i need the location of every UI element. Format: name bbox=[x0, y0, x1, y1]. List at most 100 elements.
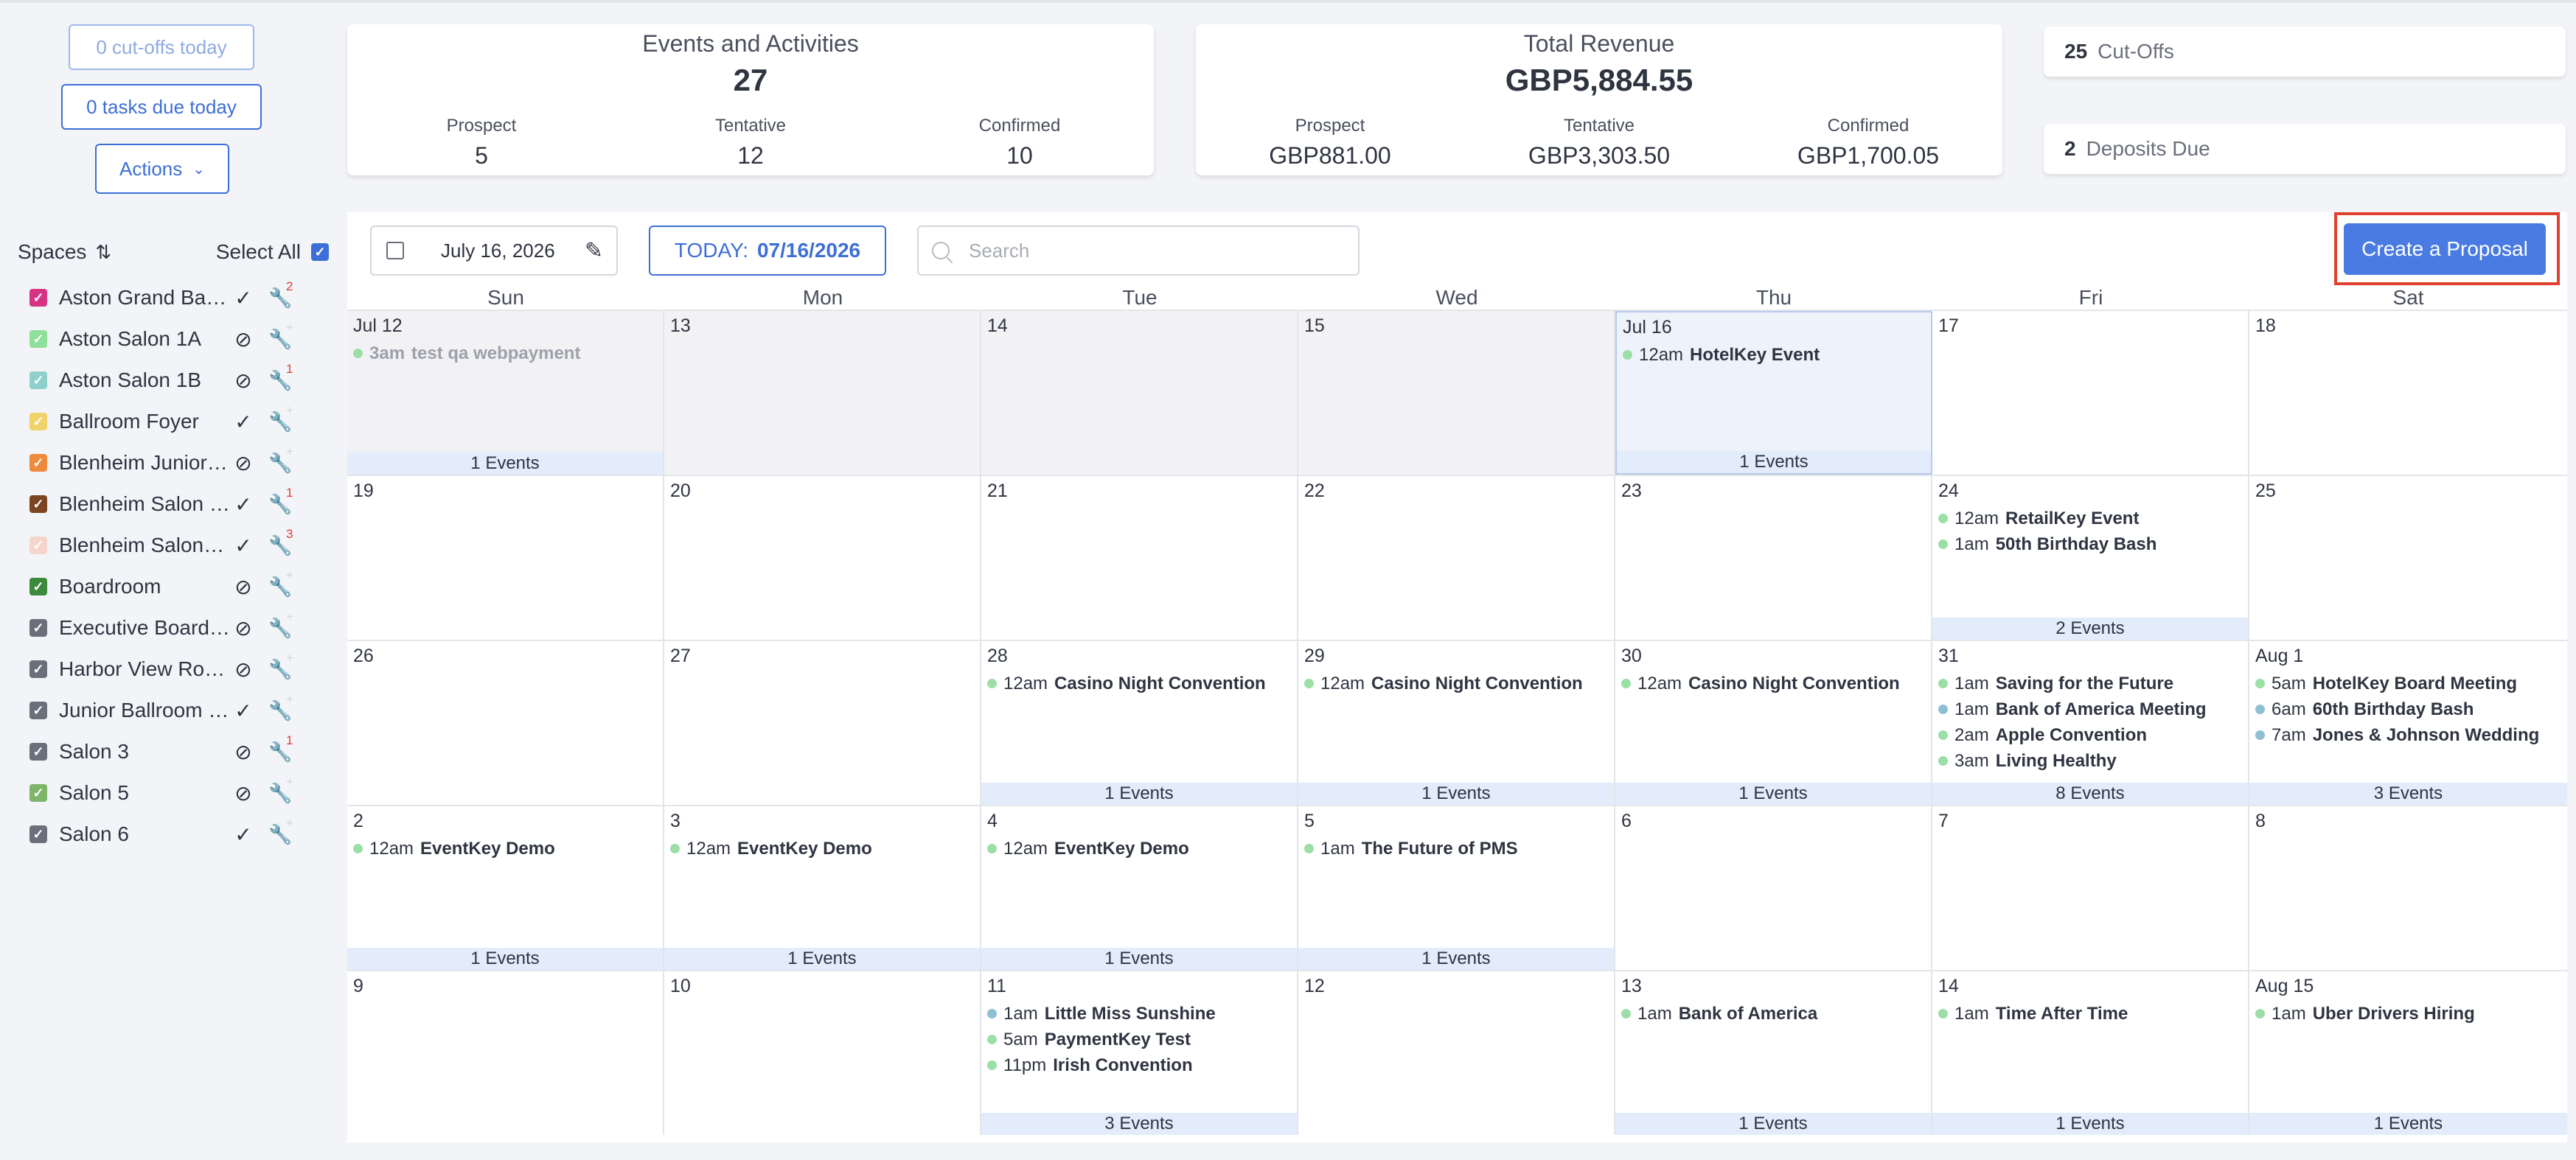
space-row[interactable]: ✓Aston Grand Ballroom✓🔧2 bbox=[29, 277, 339, 318]
calendar-event[interactable]: 12am Casino Night Convention bbox=[1621, 671, 1926, 696]
calendar-day[interactable]: 30 12am Casino Night Convention 1 Events bbox=[1615, 641, 1932, 805]
calendar-event[interactable]: 12am Casino Night Convention bbox=[1304, 671, 1609, 696]
space-row[interactable]: ✓ Harbor View Room ⊘ 🔧 + bbox=[29, 649, 339, 690]
wrench-icon[interactable]: 🔧 2 bbox=[268, 279, 302, 310]
space-checkbox[interactable]: ✓ bbox=[29, 289, 47, 307]
calendar-day[interactable]: Jul 12 3am test qa webpayment 1 Events bbox=[347, 311, 664, 475]
calendar-day[interactable]: Aug 15 1am Uber Drivers Hiring 1 Events bbox=[2249, 971, 2567, 1135]
calendar-day[interactable]: 17 bbox=[1932, 311, 2249, 475]
calendar-event[interactable]: 1am Bank of America bbox=[1621, 1001, 1926, 1027]
calendar-day[interactable]: 9 bbox=[347, 971, 664, 1135]
calendar-day[interactable]: 13 bbox=[664, 311, 981, 475]
calendar-day[interactable]: 20 bbox=[664, 476, 981, 640]
events-count[interactable]: 1 Events bbox=[1615, 783, 1931, 805]
space-row[interactable]: ✓ Blenheim Junior Ballroom⊘ 🔧+ bbox=[29, 442, 339, 483]
calendar-day[interactable]: 2 12am EventKey Demo 1 Events bbox=[347, 806, 664, 970]
space-row[interactable]: ✓ Ballroom Foyer ✓ 🔧 + bbox=[29, 401, 339, 442]
calendar-day[interactable]: 23 bbox=[1615, 476, 1932, 640]
space-row[interactable]: ✓ Blenheim Salone 4B ✓ 🔧 3 bbox=[29, 525, 339, 566]
calendar-day[interactable]: 8 bbox=[2249, 806, 2567, 970]
events-count[interactable]: 1 Events bbox=[664, 948, 980, 970]
space-row[interactable]: ✓Junior Ballroom Foyer✓🔧+ bbox=[29, 690, 339, 731]
events-count[interactable]: 1 Events bbox=[981, 948, 1297, 970]
wrench-icon[interactable]: 🔧 + bbox=[268, 609, 302, 640]
calendar-event[interactable]: 5am PaymentKey Test bbox=[987, 1027, 1292, 1052]
space-checkbox[interactable]: ✓ bbox=[29, 619, 47, 637]
calendar-event[interactable]: 2am Apple Convention bbox=[1938, 722, 2243, 748]
space-row[interactable]: ✓ Blenheim Salon 4A ✓ 🔧 1 bbox=[29, 483, 339, 525]
space-checkbox[interactable]: ✓ bbox=[29, 454, 47, 472]
space-checkbox[interactable]: ✓ bbox=[29, 784, 47, 802]
calendar-event[interactable]: 1am Uber Drivers Hiring bbox=[2255, 1001, 2563, 1027]
calendar-event[interactable]: 11pm Irish Convention bbox=[987, 1052, 1292, 1078]
wrench-icon[interactable]: 🔧 1 bbox=[268, 362, 302, 392]
calendar-day[interactable]: 14 bbox=[981, 311, 1298, 475]
space-checkbox[interactable]: ✓ bbox=[29, 495, 47, 513]
events-count[interactable]: 1 Events bbox=[981, 783, 1297, 805]
calendar-event[interactable]: 1am Bank of America Meeting bbox=[1938, 696, 2243, 722]
calendar-day[interactable]: 12 bbox=[1298, 971, 1615, 1135]
calendar-event[interactable]: 6am 60th Birthday Bash bbox=[2255, 696, 2563, 722]
calendar-event[interactable]: 12am Casino Night Convention bbox=[987, 671, 1292, 696]
space-checkbox[interactable]: ✓ bbox=[29, 330, 47, 348]
calendar-day[interactable]: 13 1am Bank of America 1 Events bbox=[1615, 971, 1932, 1135]
calendar-day[interactable]: 6 bbox=[1615, 806, 1932, 970]
wrench-icon[interactable]: 🔧 + bbox=[268, 444, 302, 475]
space-checkbox[interactable]: ✓ bbox=[29, 413, 47, 430]
calendar-event[interactable]: 5am HotelKey Board Meeting bbox=[2255, 671, 2563, 696]
events-count[interactable]: 1 Events bbox=[1298, 948, 1614, 970]
calendar-event[interactable]: 12am HotelKey Event bbox=[1623, 342, 1926, 368]
calendar-day[interactable]: 15 bbox=[1298, 311, 1615, 475]
wrench-icon[interactable]: 🔧 + bbox=[268, 775, 302, 805]
space-row[interactable]: ✓ Salon 5 ⊘ 🔧 + bbox=[29, 772, 339, 814]
tasks-due-today-button[interactable]: 0 tasks due today bbox=[61, 84, 262, 130]
search-input[interactable]: Search bbox=[917, 226, 1360, 276]
calendar-day[interactable]: Aug 1 5am HotelKey Board Meeting 6am 60th Bi… bbox=[2249, 641, 2567, 805]
events-count[interactable]: 1 Events bbox=[347, 948, 663, 970]
calendar-day[interactable]: 14 1am Time After Time 1 Events bbox=[1932, 971, 2249, 1135]
calendar-day[interactable]: 28 12am Casino Night Convention 1 Events bbox=[981, 641, 1298, 805]
wrench-icon[interactable]: 🔧 1 bbox=[268, 733, 302, 764]
events-count[interactable]: 1 Events bbox=[1298, 783, 1614, 805]
today-button[interactable]: TODAY: 07/16/2026 bbox=[649, 226, 886, 276]
space-row[interactable]: ✓ Boardroom ⊘ 🔧 + bbox=[29, 566, 339, 607]
calendar-event[interactable]: 12am RetailKey Event bbox=[1938, 506, 2243, 531]
events-count[interactable]: 1 Events bbox=[1615, 1113, 1931, 1135]
calendar-day[interactable]: 10 bbox=[664, 971, 981, 1135]
calendar-event[interactable]: 7am Jones & Johnson Wedding bbox=[2255, 722, 2563, 748]
space-checkbox[interactable]: ✓ bbox=[29, 660, 47, 678]
space-row[interactable]: ✓ Executive Board Room⊘ 🔧+ bbox=[29, 607, 339, 649]
calendar-day[interactable]: 7 bbox=[1932, 806, 2249, 970]
calendar-event[interactable]: 1am Little Miss Sunshine bbox=[987, 1001, 1292, 1027]
space-row[interactable]: ✓ Salon 3 ⊘ 🔧 1 bbox=[29, 731, 339, 772]
wrench-icon[interactable]: 🔧 + bbox=[268, 568, 302, 598]
calendar-event[interactable]: 3am test qa webpayment bbox=[353, 340, 658, 366]
cutoffs-today-button[interactable]: 0 cut-offs today bbox=[69, 24, 254, 70]
sort-icon[interactable]: ⇅ bbox=[95, 241, 111, 264]
calendar-day[interactable]: 5 1am The Future of PMS 1 Events bbox=[1298, 806, 1615, 970]
events-count[interactable]: 3 Events bbox=[981, 1113, 1297, 1135]
space-row[interactable]: ✓ Aston Salon 1B ⊘ 🔧 1 bbox=[29, 360, 339, 401]
space-row[interactable]: ✓ Aston Salon 1A ⊘ 🔧 + bbox=[29, 318, 339, 360]
events-count[interactable]: 1 Events bbox=[1932, 1113, 2248, 1135]
space-checkbox[interactable]: ✓ bbox=[29, 743, 47, 761]
actions-dropdown[interactable]: Actions ⌄ bbox=[95, 144, 229, 194]
calendar-event[interactable]: 3am Living Healthy bbox=[1938, 748, 2243, 774]
calendar-day[interactable]: 18 bbox=[2249, 311, 2567, 475]
create-proposal-button[interactable]: Create a Proposal bbox=[2344, 223, 2546, 275]
events-count[interactable]: 1 Events bbox=[1617, 451, 1931, 473]
calendar-event[interactable]: 1am The Future of PMS bbox=[1304, 836, 1609, 862]
calendar-event[interactable]: 12am EventKey Demo bbox=[353, 836, 658, 862]
events-count[interactable]: 3 Events bbox=[2249, 783, 2567, 805]
events-count[interactable]: 2 Events bbox=[1932, 618, 2248, 640]
date-picker[interactable]: July 16, 2026 ✎ bbox=[370, 226, 618, 276]
calendar-day[interactable]: 25 bbox=[2249, 476, 2567, 640]
cutoffs-card[interactable]: 25 Cut-Offs bbox=[2044, 27, 2566, 77]
space-checkbox[interactable]: ✓ bbox=[29, 371, 47, 389]
space-checkbox[interactable]: ✓ bbox=[29, 578, 47, 595]
calendar-day[interactable]: 11 1am Little Miss Sunshine 5am PaymentKey T… bbox=[981, 971, 1298, 1135]
calendar-day[interactable]: 22 bbox=[1298, 476, 1615, 640]
wrench-icon[interactable]: 🔧 + bbox=[268, 651, 302, 681]
calendar-event[interactable]: 1am 50th Birthday Bash bbox=[1938, 531, 2243, 557]
space-checkbox[interactable]: ✓ bbox=[29, 537, 47, 554]
